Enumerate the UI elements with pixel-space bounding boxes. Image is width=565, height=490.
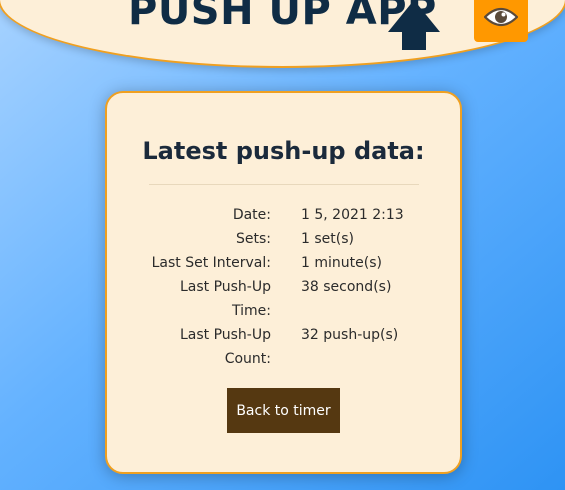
table-row: Date: 1 5, 2021 2:13 (145, 203, 435, 227)
row-label: Last Set Interval: (151, 255, 271, 271)
row-label: Date: (232, 207, 271, 223)
back-to-timer-button[interactable]: Back to timer (227, 388, 340, 433)
row-label: Last Push-Up Time: (179, 279, 271, 319)
row-value: 1 5, 2021 2:13 (301, 207, 404, 223)
up-arrow-icon (388, 0, 440, 50)
table-row: Last Push-Up Time: 38 second(s) (145, 275, 435, 323)
divider (149, 184, 419, 185)
table-row: Sets: 1 set(s) (145, 227, 435, 251)
row-value: 32 push-up(s) (301, 327, 399, 343)
row-value: 1 minute(s) (301, 255, 382, 271)
row-label: Last Push-Up Count: (179, 327, 271, 367)
table-row: Last Push-Up Count: 32 push-up(s) (145, 323, 435, 371)
card-title: Latest push-up data: (142, 137, 425, 165)
eye-icon (484, 7, 518, 27)
row-value: 38 second(s) (301, 279, 392, 295)
row-value: 1 set(s) (301, 231, 354, 247)
row-label: Sets: (236, 231, 271, 247)
table-row: Last Set Interval: 1 minute(s) (145, 251, 435, 275)
push-up-data-card: Latest push-up data: Date: 1 5, 2021 2:1… (105, 91, 462, 474)
push-up-data-table: Date: 1 5, 2021 2:13 Sets: 1 set(s) Last… (145, 203, 435, 371)
toggle-visibility-button[interactable] (474, 0, 528, 42)
